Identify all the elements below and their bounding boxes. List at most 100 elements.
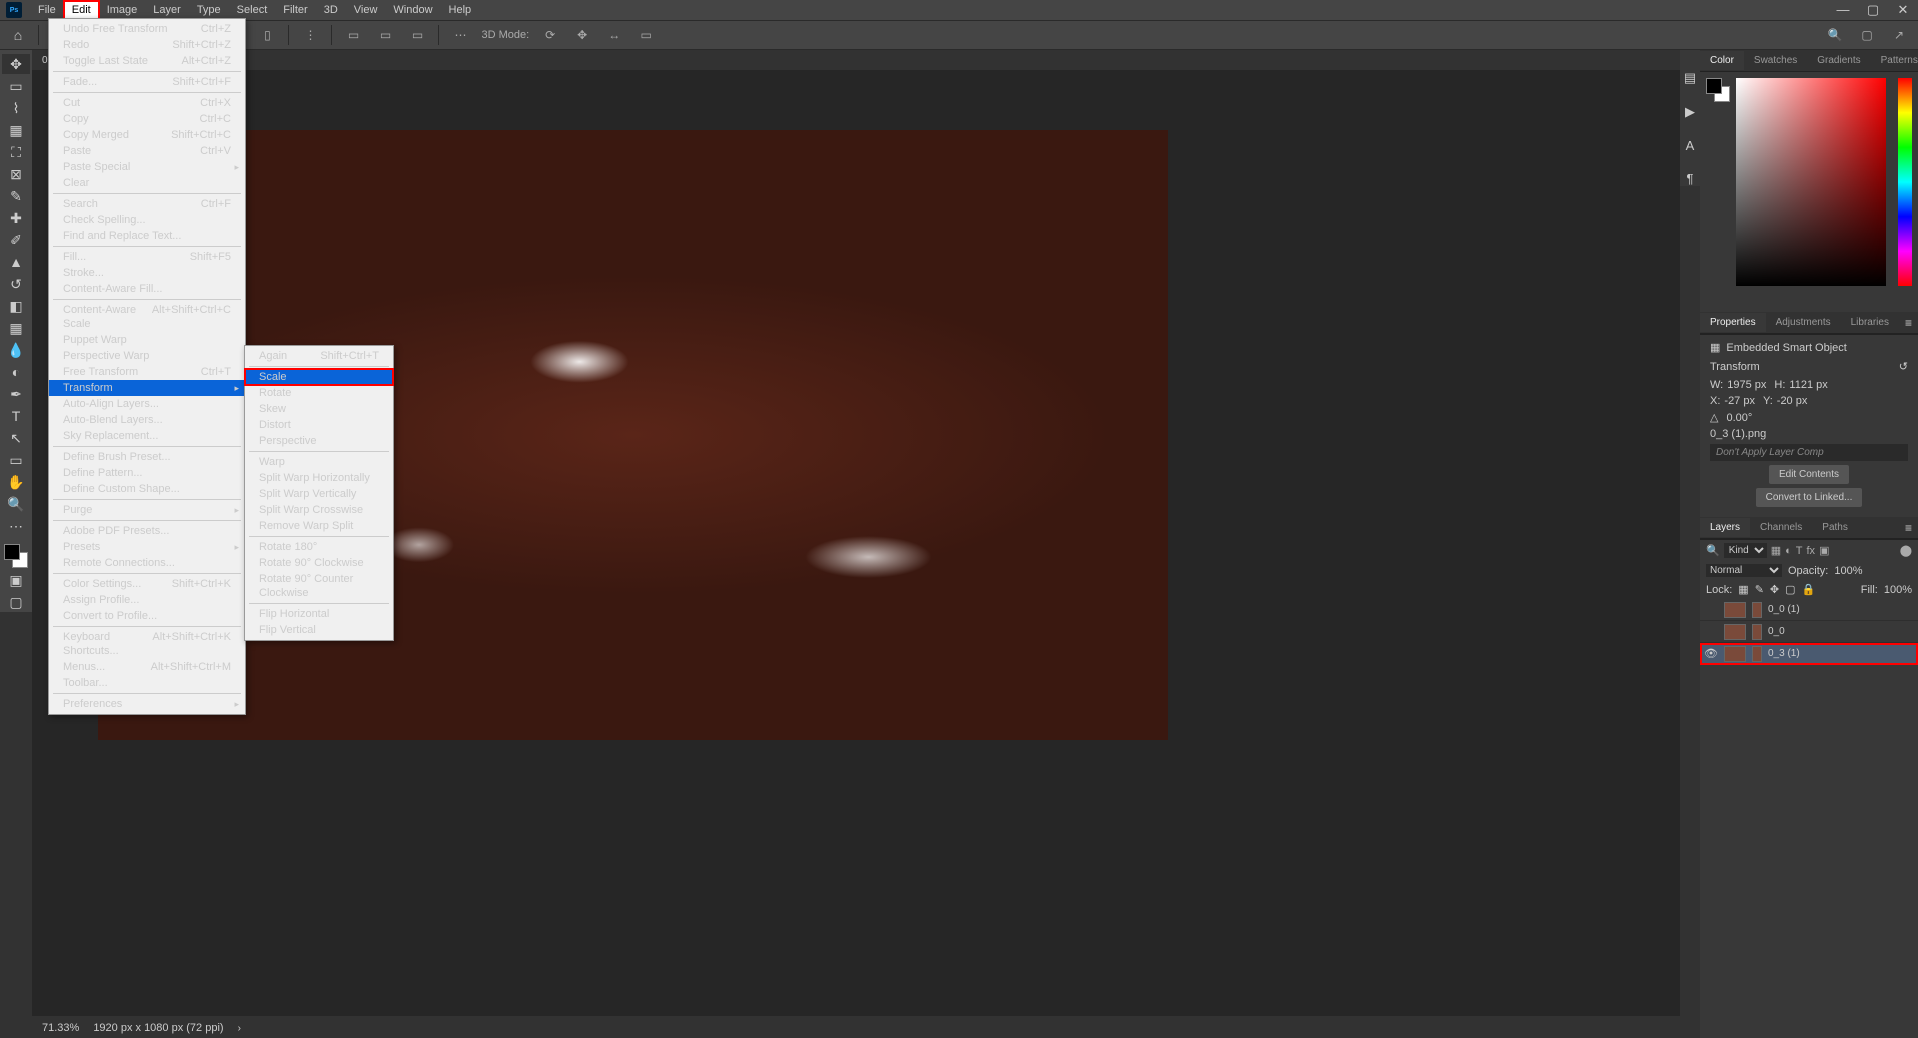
- tab-properties[interactable]: Properties: [1700, 313, 1766, 332]
- lasso-tool[interactable]: ⌇: [2, 98, 30, 118]
- menu-item-transform[interactable]: Transform▸: [49, 380, 245, 396]
- pen-tool[interactable]: ✒: [2, 384, 30, 404]
- menu-layer[interactable]: Layer: [145, 1, 189, 19]
- healing-tool[interactable]: ✚: [2, 208, 30, 228]
- align-bottom-icon[interactable]: ▭: [406, 24, 428, 46]
- menu-item-assign-profile[interactable]: Assign Profile...: [49, 592, 245, 608]
- filter-smart-icon[interactable]: ▣: [1819, 544, 1829, 557]
- screen-mode[interactable]: ▢: [2, 592, 30, 612]
- layer-row[interactable]: 0_0: [1700, 621, 1918, 643]
- doc-info-arrow-icon[interactable]: ›: [238, 1023, 241, 1034]
- 3d-camera-icon[interactable]: ▭: [635, 24, 657, 46]
- tab-patterns[interactable]: Patterns: [1871, 51, 1918, 70]
- angle-value[interactable]: 0.00°: [1726, 412, 1752, 424]
- menu-type[interactable]: Type: [189, 1, 229, 19]
- tab-paths[interactable]: Paths: [1812, 518, 1858, 537]
- color-swatch-pair[interactable]: [1706, 78, 1730, 102]
- close-button[interactable]: ✕: [1888, 0, 1918, 20]
- quick-mask[interactable]: ▣: [2, 570, 30, 590]
- tab-color[interactable]: Color: [1700, 51, 1744, 70]
- paragraph-icon[interactable]: ¶: [1687, 171, 1694, 186]
- brush-tool[interactable]: ✐: [2, 230, 30, 250]
- x-value[interactable]: -27 px: [1724, 395, 1755, 407]
- menu-item-toggle-last-state[interactable]: Toggle Last StateAlt+Ctrl+Z: [49, 53, 245, 69]
- path-tool[interactable]: ↖: [2, 428, 30, 448]
- maximize-button[interactable]: ▢: [1858, 0, 1888, 20]
- 3d-pan-icon[interactable]: ✥: [571, 24, 593, 46]
- minimize-button[interactable]: —: [1828, 0, 1858, 20]
- menu-filter[interactable]: Filter: [275, 1, 315, 19]
- menu-item-keyboard-shortcuts[interactable]: Keyboard Shortcuts...Alt+Shift+Ctrl+K: [49, 629, 245, 659]
- panel-menu-icon[interactable]: ≡: [1899, 521, 1918, 535]
- layer-row[interactable]: 0_0 (1): [1700, 599, 1918, 621]
- blur-tool[interactable]: 💧: [2, 340, 30, 360]
- menu-item-free-transform[interactable]: Free TransformCtrl+T: [49, 364, 245, 380]
- filter-pixel-icon[interactable]: ▦: [1771, 544, 1781, 557]
- align-middle-icon[interactable]: ▭: [374, 24, 396, 46]
- fill-value[interactable]: 100%: [1884, 584, 1912, 596]
- layer-thumbnail[interactable]: [1724, 624, 1746, 640]
- menu-help[interactable]: Help: [441, 1, 480, 19]
- height-value[interactable]: 1121 px: [1789, 379, 1827, 391]
- layer-name[interactable]: 0_3 (1): [1768, 648, 1800, 659]
- tab-swatches[interactable]: Swatches: [1744, 51, 1807, 70]
- gradient-tool[interactable]: ▦: [2, 318, 30, 338]
- move-tool[interactable]: ✥: [2, 54, 30, 74]
- lock-artboard-icon[interactable]: ▢: [1785, 583, 1795, 596]
- tab-adjustments[interactable]: Adjustments: [1766, 313, 1841, 332]
- layer-name[interactable]: 0_0 (1): [1768, 604, 1800, 615]
- layer-comp-dropdown[interactable]: Don't Apply Layer Comp: [1710, 444, 1908, 461]
- share-icon[interactable]: ↗: [1888, 24, 1910, 46]
- submenu-item-skew[interactable]: Skew: [245, 401, 393, 417]
- edit-toolbar[interactable]: ⋯: [2, 516, 30, 536]
- submenu-item-rotate[interactable]: Rotate: [245, 385, 393, 401]
- tab-layers[interactable]: Layers: [1700, 518, 1750, 537]
- width-value[interactable]: 1975 px: [1727, 379, 1766, 391]
- align-top-icon[interactable]: ▭: [342, 24, 364, 46]
- tab-gradients[interactable]: Gradients: [1807, 51, 1870, 70]
- menu-item-search[interactable]: SearchCtrl+F: [49, 196, 245, 212]
- search-icon[interactable]: 🔍: [1824, 24, 1846, 46]
- menu-item-sky-replacement[interactable]: Sky Replacement...: [49, 428, 245, 444]
- distribute-icon[interactable]: ⋮: [299, 24, 321, 46]
- eraser-tool[interactable]: ◧: [2, 296, 30, 316]
- zoom-level[interactable]: 71.33%: [42, 1022, 79, 1034]
- menu-file[interactable]: File: [30, 1, 64, 19]
- hand-tool[interactable]: ✋: [2, 472, 30, 492]
- menu-item-convert-to-profile[interactable]: Convert to Profile...: [49, 608, 245, 624]
- menu-item-remote-connections[interactable]: Remote Connections...: [49, 555, 245, 571]
- lock-image-icon[interactable]: ✎: [1755, 583, 1764, 596]
- submenu-item-distort[interactable]: Distort: [245, 417, 393, 433]
- menu-item-undo-free-transform[interactable]: Undo Free TransformCtrl+Z: [49, 21, 245, 37]
- y-value[interactable]: -20 px: [1777, 395, 1808, 407]
- submenu-item-rotate-90-clockwise[interactable]: Rotate 90° Clockwise: [245, 555, 393, 571]
- menu-item-toolbar[interactable]: Toolbar...: [49, 675, 245, 691]
- frame-tool[interactable]: ⊠: [2, 164, 30, 184]
- color-swatches[interactable]: [4, 544, 28, 568]
- dodge-tool[interactable]: ◐: [2, 362, 30, 382]
- shape-tool[interactable]: ▭: [2, 450, 30, 470]
- eyedropper-tool[interactable]: ✎: [2, 186, 30, 206]
- home-button[interactable]: ⌂: [8, 25, 28, 45]
- layer-name[interactable]: 0_0: [1768, 626, 1785, 637]
- tab-channels[interactable]: Channels: [1750, 518, 1812, 537]
- blend-mode-select[interactable]: Normal: [1706, 564, 1782, 577]
- panel-menu-icon[interactable]: ≡: [1899, 316, 1918, 330]
- play-icon[interactable]: ▶: [1685, 104, 1695, 120]
- layer-thumbnail[interactable]: [1724, 646, 1746, 662]
- filter-toggle[interactable]: ⬤: [1900, 544, 1912, 557]
- type-tool[interactable]: T: [2, 406, 30, 426]
- layer-filter-kind[interactable]: Kind: [1724, 543, 1767, 558]
- submenu-item-perspective[interactable]: Perspective: [245, 433, 393, 449]
- menu-edit[interactable]: Edit: [64, 1, 99, 19]
- filter-shape-icon[interactable]: fx: [1807, 545, 1816, 557]
- menu-view[interactable]: View: [346, 1, 386, 19]
- visibility-toggle[interactable]: 👁: [1704, 647, 1718, 660]
- tab-libraries[interactable]: Libraries: [1841, 313, 1899, 332]
- character-icon[interactable]: A: [1686, 138, 1695, 153]
- submenu-item-warp[interactable]: Warp: [245, 454, 393, 470]
- submenu-item-flip-horizontal[interactable]: Flip Horizontal: [245, 606, 393, 622]
- 3d-slide-icon[interactable]: ↔: [603, 24, 625, 46]
- menu-item-menus[interactable]: Menus...Alt+Shift+Ctrl+M: [49, 659, 245, 675]
- opacity-value[interactable]: 100%: [1834, 565, 1862, 577]
